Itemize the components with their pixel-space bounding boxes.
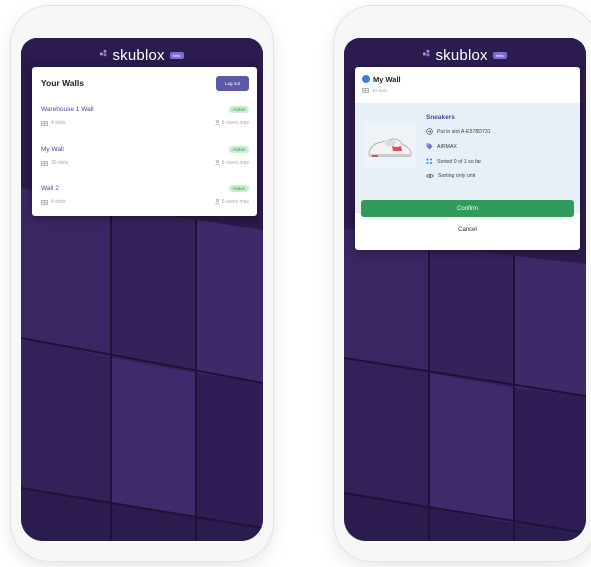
grid-icon (362, 88, 369, 93)
confirm-button[interactable]: Confirm (361, 200, 574, 217)
wall-list-item[interactable]: Warehouse 1 Wall Active 4 slots 6 users … (41, 105, 249, 133)
tag-icon (426, 143, 433, 150)
wall-name[interactable]: Wall 2 (41, 185, 59, 192)
wall-slots-label: 4 slots (51, 120, 66, 126)
app-logo: skublox beta (21, 46, 263, 64)
wall-slots: 30 slots (362, 88, 388, 93)
wall-list-item[interactable]: Wall 2 Active 4 slots 6 users max (41, 184, 249, 212)
phone-frame-right: skublox beta My Wall 30 slots Sneakers P… (334, 6, 591, 561)
app-logo: skublox beta (344, 46, 586, 64)
walls-card-header: Your Walls Log out (41, 76, 249, 92)
wall-slots: 30 slots (41, 160, 68, 166)
wall-slots: 4 slots (41, 199, 65, 205)
slot-instruction-text: Put in slot A-E578D731 (437, 128, 491, 135)
user-icon (214, 199, 220, 205)
wall-header: My Wall 30 slots (362, 74, 573, 98)
status-badge: Active (228, 185, 249, 192)
beta-badge: beta (492, 51, 507, 59)
item-details-panel: Sneakers Put in slot A-E578D731 AIRMAX S… (355, 103, 580, 213)
brand-name: skublox (112, 46, 165, 64)
sorting-note: Sorting only unit (426, 173, 475, 179)
item-tag: AIRMAX (426, 143, 457, 150)
dots-grid-icon (426, 158, 432, 164)
status-badge: Active (228, 146, 249, 153)
page-title: Your Walls (41, 78, 84, 88)
phone-screen: skublox beta Your Walls Log out Warehous… (21, 38, 263, 541)
skublox-logo-icon (423, 49, 430, 56)
skublox-logo-icon (100, 49, 107, 56)
grid-icon (41, 120, 48, 126)
grid-icon (41, 160, 48, 166)
wall-name[interactable]: Warehouse 1 Wall (41, 106, 94, 113)
wall-users: 6 users max (214, 199, 249, 205)
item-name: Sneakers (426, 114, 455, 121)
arrow-circle-icon (426, 128, 433, 135)
wall-title: My Wall (373, 75, 401, 84)
sorting-note-text: Sorting only unit (438, 173, 476, 179)
wall-slots-label: 30 slots (51, 160, 69, 166)
cancel-button[interactable]: Cancel (361, 221, 574, 238)
beta-badge: beta (169, 51, 184, 59)
wall-users: 6 users max (214, 120, 249, 126)
wall-users-label: 6 users max (221, 160, 249, 166)
brand-name: skublox (435, 46, 488, 64)
wall-color-dot (362, 75, 370, 83)
sneaker-product-image (364, 122, 416, 168)
sort-progress-text: Sorted 0 of 1 so far (437, 158, 482, 165)
wall-users: 6 users max (214, 160, 249, 166)
user-icon (214, 160, 220, 166)
phone-screen: skublox beta My Wall 30 slots Sneakers P… (344, 38, 586, 541)
wall-users-label: 6 users max (221, 120, 249, 126)
walls-card: Your Walls Log out Warehouse 1 Wall Acti… (32, 67, 257, 216)
grid-icon (41, 199, 48, 205)
wall-slots: 4 slots (41, 120, 65, 126)
slot-instruction: Put in slot A-E578D731 (426, 128, 491, 135)
sort-progress: Sorted 0 of 1 so far (426, 158, 481, 165)
item-tag-text: AIRMAX (437, 143, 457, 150)
wall-users-label: 6 users max (221, 199, 249, 205)
wall-slots-label: 30 slots (372, 88, 388, 93)
user-icon (214, 120, 220, 126)
wall-slots-label: 4 slots (51, 199, 66, 205)
logout-button[interactable]: Log out (216, 76, 249, 91)
eye-icon (426, 173, 434, 179)
confirm-sort-card: My Wall 30 slots Sneakers Put in slot A-… (355, 67, 580, 250)
phone-frame-left: skublox beta Your Walls Log out Warehous… (11, 6, 273, 561)
wall-list-item[interactable]: My Wall Active 30 slots 6 users max (41, 145, 249, 173)
status-badge: Active (228, 106, 249, 113)
wall-name[interactable]: My Wall (41, 146, 64, 153)
